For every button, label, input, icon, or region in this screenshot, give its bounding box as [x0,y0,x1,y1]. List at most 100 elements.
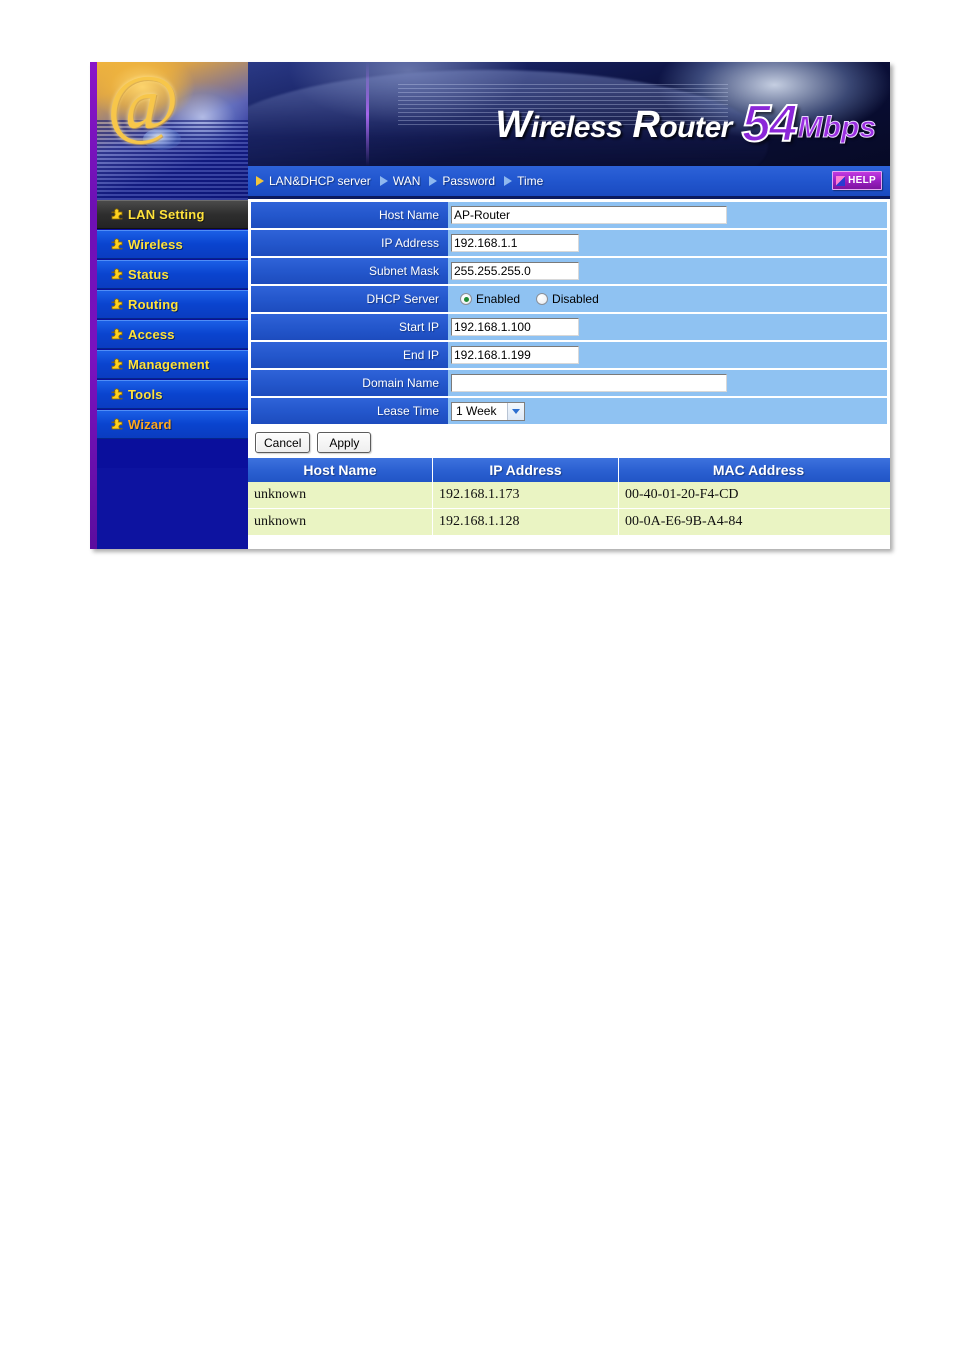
sidebar-item-wizard[interactable]: Wizard [97,410,248,439]
banner-speed-unit: Mbps [797,111,876,145]
sidebar-item-routing[interactable]: Routing [97,290,248,319]
column-header-host-name: Host Name [248,458,433,482]
lease-time-select[interactable]: 1 Week [451,401,525,421]
cell-mac-address: 00-40-01-20-F4-CD [618,482,890,509]
puzzle-icon [106,238,128,251]
sidebar-item-tools[interactable]: Tools [97,380,248,409]
arrow-right-icon [256,176,264,186]
column-header-mac-address: MAC Address [618,458,890,482]
sidebar-item-access[interactable]: Access [97,320,248,349]
lease-time-value-cell: 1 Week [448,398,887,424]
lan-dhcp-settings-form: Host Name IP Address Subnet Mask [248,199,890,424]
dhcp-enabled-label: Enabled [476,292,521,306]
puzzle-icon [106,418,128,431]
nav-item-lan-dhcp-server[interactable]: LAN&DHCP server [256,174,371,188]
nav-item-wan[interactable]: WAN [379,174,421,188]
arrow-right-icon [379,176,388,186]
radio-unselected-icon[interactable] [536,293,549,305]
end-ip-value-cell [448,342,887,368]
cell-host-name: unknown [248,508,433,536]
banner-word-router: Router [632,104,732,146]
sidebar-item-status[interactable]: Status [97,260,248,289]
nav-item-time[interactable]: Time [504,174,543,188]
puzzle-icon [106,208,128,221]
puzzle-icon [106,298,128,311]
help-button[interactable]: HELP [832,171,882,190]
form-row-host-name: Host Name [251,202,887,228]
ip-address-input[interactable] [451,234,579,252]
subnet-mask-value-cell [448,258,887,284]
lease-time-selected-value: 1 Week [456,404,497,418]
nav-item-label: LAN&DHCP server [269,174,371,188]
host-name-label: Host Name [251,202,448,228]
end-ip-input[interactable] [451,346,579,364]
screenshot-canvas: @ LAN Setting Wireless Status Routing Ac… [0,0,954,1351]
radio-selected-icon[interactable] [460,293,472,305]
subnet-mask-label: Subnet Mask [251,258,448,284]
banner-word-wireless: Wireless [495,104,623,146]
router-admin-window: @ LAN Setting Wireless Status Routing Ac… [90,62,890,549]
ip-address-value-cell [448,230,887,256]
apply-button[interactable]: Apply [317,432,372,453]
dhcp-client-table: Host Name IP Address MAC Address unknown… [248,458,890,536]
sidebar-item-label: Tools [128,387,163,402]
banner-vertical-streak [366,62,369,166]
form-row-subnet-mask: Subnet Mask [251,258,887,284]
dhcp-server-radio-group: Enabled Disabled [460,292,610,306]
sidebar-item-label: Routing [128,297,179,312]
sidebar-item-lan-setting[interactable]: LAN Setting [97,200,248,229]
cell-mac-address: 00-0A-E6-9B-A4-84 [618,508,890,536]
product-banner: Wireless Router 54 Mbps [248,62,890,166]
form-row-end-ip: End IP [251,342,887,368]
start-ip-input[interactable] [451,318,579,336]
nav-item-label: Password [442,174,496,188]
sidebar-item-label: Wizard [128,417,172,432]
start-ip-label: Start IP [251,314,448,340]
sidebar-item-management[interactable]: Management [97,350,248,379]
form-row-dhcp-server: DHCP Server Enabled Disabled [251,286,887,312]
sidebar-item-label: Wireless [128,237,183,252]
domain-name-value-cell [448,370,887,396]
chevron-down-icon[interactable] [507,402,524,420]
help-button-label: HELP [848,175,876,186]
cell-ip-address: 192.168.1.128 [432,508,619,536]
content-column: Wireless Router 54 Mbps LAN&DHCP server … [248,62,890,549]
domain-name-input[interactable] [451,374,727,392]
banner-title: Wireless Router 54 Mbps [495,90,876,154]
arrow-right-icon [504,176,513,186]
puzzle-icon [106,388,128,401]
cancel-button[interactable]: Cancel [255,432,311,453]
sidebar-empty-area [97,468,248,549]
cell-ip-address: 192.168.1.173 [432,482,619,509]
lease-time-label: Lease Time [251,398,448,424]
puzzle-icon [106,328,128,341]
form-row-ip-address: IP Address [251,230,887,256]
ip-address-label: IP Address [251,230,448,256]
table-header-row: Host Name IP Address MAC Address [248,458,890,482]
sidebar-item-wireless[interactable]: Wireless [97,230,248,259]
form-row-lease-time: Lease Time 1 Week [251,398,887,424]
start-ip-value-cell [448,314,887,340]
form-row-start-ip: Start IP [251,314,887,340]
nav-item-password[interactable]: Password [429,174,495,188]
nav-item-label: Time [517,174,544,188]
sidebar-item-label: Status [128,267,169,282]
dhcp-disabled-option[interactable]: Disabled [536,292,599,306]
dhcp-server-value-cell: Enabled Disabled [448,286,887,312]
host-name-value-cell [448,202,887,228]
nav-item-label: WAN [392,174,421,188]
host-name-input[interactable] [451,206,727,224]
arrow-right-icon [429,176,438,186]
sidebar-menu: LAN Setting Wireless Status Routing Acce… [97,200,248,440]
banner-speed-value: 54 [741,94,799,154]
brand-logo-tile: @ [97,62,248,200]
sidebar-item-label: Access [128,327,175,342]
table-row: unknown 192.168.1.173 00-40-01-20-F4-CD [248,482,890,509]
dhcp-enabled-option[interactable]: Enabled [460,292,520,306]
table-row: unknown 192.168.1.128 00-0A-E6-9B-A4-84 [248,508,890,536]
end-ip-label: End IP [251,342,448,368]
help-icon [836,175,846,186]
at-symbol-icon: @ [107,62,179,146]
domain-name-label: Domain Name [251,370,448,396]
subnet-mask-input[interactable] [451,262,579,280]
